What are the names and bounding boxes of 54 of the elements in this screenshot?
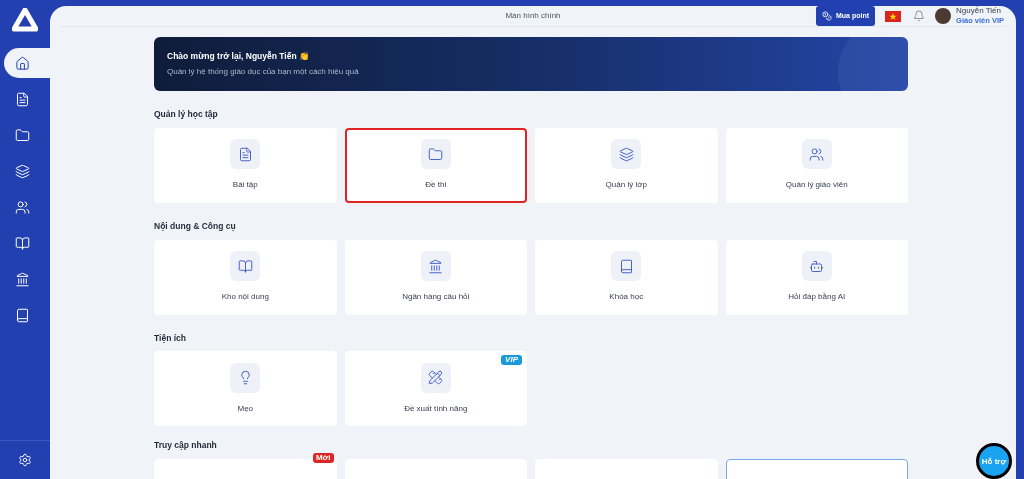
feature-card[interactable]: Quản lý lớp — [535, 127, 718, 203]
new-badge: Mới — [312, 453, 334, 463]
card-label: Mẹo — [237, 402, 254, 415]
folder-icon — [15, 127, 30, 143]
document-icon — [237, 146, 253, 162]
pencil-ruler-icon — [428, 370, 444, 386]
avatar[interactable] — [935, 8, 952, 24]
card-label: Quản lý giáo viên — [785, 179, 848, 192]
feature-card[interactable]: Hỏi đáp bằng AI — [725, 239, 908, 315]
sidebar-item[interactable] — [4, 48, 50, 78]
card-label: Đề xuất tính năng — [404, 402, 468, 415]
notebook-icon — [15, 307, 30, 323]
card-label: Bài tập — [232, 179, 258, 192]
coins-icon — [822, 11, 832, 21]
section-title: Tiện ích — [154, 331, 187, 345]
vip-badge: VIP — [501, 355, 522, 366]
card-label: Đề thi — [425, 179, 447, 192]
document-icon — [15, 91, 30, 107]
home-icon — [15, 55, 30, 71]
feature-card[interactable]: Ngân hàng câu hỏi — [344, 239, 527, 315]
section-title: Quản lý học tập — [154, 108, 219, 121]
welcome-subtitle: Quản lý hệ thống giáo dục của bạn một cách hiệu quả — [167, 66, 360, 79]
card-label: Ngân hàng câu hỏi — [402, 291, 470, 303]
bank-icon — [15, 271, 30, 287]
book-icon — [15, 235, 30, 251]
feature-card[interactable]: Mẹo — [154, 351, 337, 427]
notification-bell-icon[interactable] — [913, 10, 926, 22]
feature-card[interactable]: Đề thi — [344, 127, 527, 203]
layers-icon — [618, 146, 634, 162]
card-label: Hỏi đáp bằng AI — [788, 291, 846, 303]
folder-icon — [428, 146, 444, 162]
feature-card[interactable]: Kho nội dung — [154, 239, 337, 315]
layers-icon — [15, 163, 30, 179]
book-icon — [237, 258, 253, 274]
users-icon — [15, 199, 30, 215]
card-label: Quản lý lớp — [605, 179, 647, 192]
feature-card[interactable]: Khóa học — [535, 239, 718, 315]
settings-icon[interactable] — [18, 453, 32, 467]
welcome-title: Chào mừng trở lại, Nguyễn Tiến 👏 — [167, 49, 311, 63]
robot-icon — [809, 258, 825, 274]
user-name: Nguyễn Tiến — [956, 6, 1002, 16]
card-label: Kho nội dung — [221, 291, 269, 303]
flag-icon[interactable] — [885, 10, 902, 22]
logo-icon — [12, 8, 38, 32]
users-icon — [809, 146, 825, 162]
feature-card[interactable]: Bài tập — [154, 127, 337, 203]
bank-icon — [428, 258, 444, 274]
card-label: Khóa học — [609, 291, 644, 303]
section-title: Truy cập nhanh — [154, 439, 218, 452]
feature-card[interactable]: VIP Đề xuất tính năng — [344, 351, 527, 427]
notebook-icon — [618, 258, 634, 274]
feature-card[interactable]: Quản lý giáo viên — [725, 127, 908, 203]
section-title: Nội dung & Công cụ — [154, 219, 237, 233]
page-title: Màn hình chính — [505, 10, 561, 22]
